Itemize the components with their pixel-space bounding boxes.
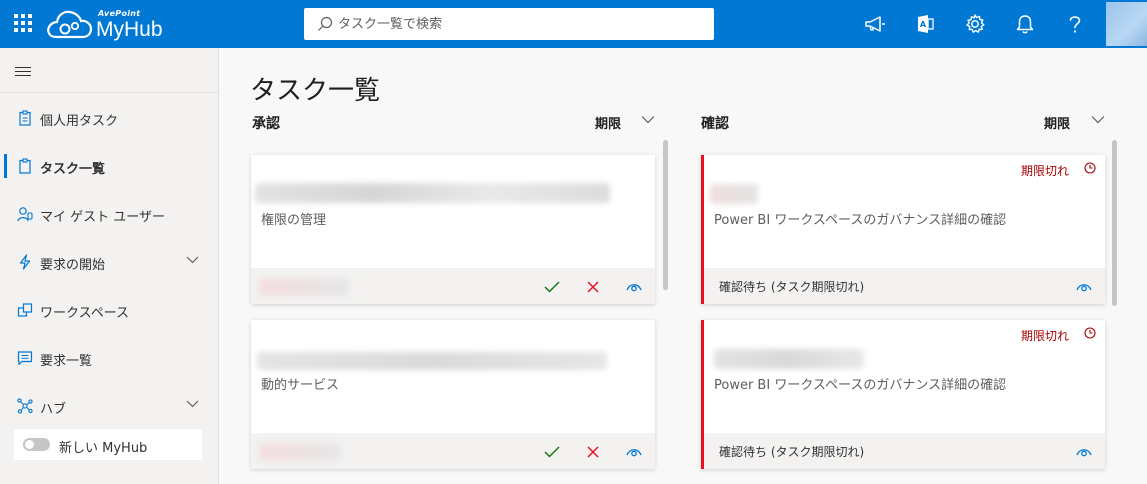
redacted-text xyxy=(255,183,610,203)
sidebar-item-workspaces[interactable]: ワークスペース xyxy=(0,290,218,330)
svg-text:A: A xyxy=(920,20,927,29)
task-card[interactable]: 権限の管理 xyxy=(251,155,655,304)
redacted-text xyxy=(259,443,341,461)
sort-chevron-down-icon[interactable] xyxy=(1091,115,1105,124)
search-box[interactable] xyxy=(304,8,714,40)
brand-vendor: AvePoint xyxy=(98,9,141,18)
search-input[interactable] xyxy=(338,8,708,40)
task-card[interactable]: 期限切れ Power BI ワークスペースのガバナンス詳細の確認 確認待ち (タ… xyxy=(701,320,1105,469)
redacted-text xyxy=(714,349,864,369)
approve-icon[interactable] xyxy=(542,442,562,462)
task-card[interactable]: 動的サービス xyxy=(251,320,655,469)
sort-dropdown-label[interactable]: 期限 xyxy=(595,113,621,132)
sidebar-item-label: ハブ xyxy=(40,402,67,417)
redacted-text xyxy=(259,278,349,296)
sidebar-item-guest-users[interactable]: マイ ゲスト ユーザー xyxy=(0,194,218,234)
cloud-gear-logo-icon xyxy=(47,10,93,39)
hub-icon xyxy=(17,398,33,414)
overdue-label: 期限切れ xyxy=(1021,164,1070,178)
clipboard-list-icon xyxy=(19,158,31,174)
clock-icon xyxy=(1084,327,1096,339)
megaphone-icon[interactable] xyxy=(863,12,887,36)
clipboard-icon xyxy=(19,110,31,126)
bell-icon[interactable] xyxy=(1013,12,1037,36)
task-card-footer: 確認待ち (タスク期限切れ) xyxy=(704,268,1105,304)
overdue-label: 期限切れ xyxy=(1021,329,1070,343)
task-card-footer xyxy=(251,268,655,304)
view-icon[interactable] xyxy=(1074,442,1094,462)
sidebar-item-request-list[interactable]: 要求一覧 xyxy=(0,338,218,378)
task-status: 確認待ち (タスク期限切れ) xyxy=(719,445,865,459)
task-card-footer xyxy=(251,433,655,469)
sidebar-item-task-list[interactable]: タスク一覧 xyxy=(0,146,218,186)
new-myhub-toggle-container: 新しい MyHub xyxy=(14,429,202,460)
task-card[interactable]: 期限切れ Power BI ワークスペースのガバナンス詳細の確認 確認待ち (タ… xyxy=(701,155,1105,304)
task-title: 動的サービス xyxy=(261,378,340,393)
active-indicator xyxy=(4,154,7,178)
top-bar: AvePoint MyHub A xyxy=(0,0,1147,48)
help-icon[interactable] xyxy=(1063,12,1087,36)
column-title-approval: 承認 xyxy=(252,116,280,132)
approve-icon[interactable] xyxy=(542,277,562,297)
sidebar-item-label: マイ ゲスト ユーザー xyxy=(40,210,166,225)
sidebar-item-start-request[interactable]: 要求の開始 xyxy=(0,242,218,282)
redacted-text xyxy=(710,184,758,204)
new-myhub-toggle-label: 新しい MyHub xyxy=(59,441,148,456)
sidebar-item-label: ワークスペース xyxy=(40,306,130,321)
scrollbar[interactable] xyxy=(663,140,668,290)
new-myhub-toggle[interactable] xyxy=(23,438,50,451)
sidebar-item-personal-tasks[interactable]: 個人用タスク xyxy=(0,98,218,138)
column-title-review: 確認 xyxy=(701,116,729,132)
sort-chevron-down-icon[interactable] xyxy=(641,115,655,124)
sort-dropdown-label[interactable]: 期限 xyxy=(1044,113,1070,132)
task-title: 権限の管理 xyxy=(261,213,327,228)
redacted-text xyxy=(257,352,607,370)
chevron-down-icon[interactable] xyxy=(186,400,199,408)
sidebar-item-label: 要求一覧 xyxy=(40,354,93,369)
sidebar-item-label: 要求の開始 xyxy=(40,258,106,273)
view-icon[interactable] xyxy=(624,277,644,297)
lightning-icon xyxy=(19,254,31,270)
sidebar-item-label: 個人用タスク xyxy=(40,114,119,129)
gear-icon[interactable] xyxy=(963,12,987,36)
reject-icon[interactable] xyxy=(583,277,603,297)
hamburger-menu-icon[interactable] xyxy=(15,67,31,79)
app-launcher-icon[interactable] xyxy=(14,14,32,32)
reject-icon[interactable] xyxy=(583,442,603,462)
task-title: Power BI ワークスペースのガバナンス詳細の確認 xyxy=(714,213,1007,228)
search-icon xyxy=(318,16,333,31)
chat-list-icon xyxy=(17,351,33,366)
clock-icon xyxy=(1084,162,1096,174)
office-icon[interactable]: A xyxy=(913,12,937,36)
workspace-icon xyxy=(17,303,33,317)
avatar[interactable] xyxy=(1106,2,1147,46)
sidebar-item-label: タスク一覧 xyxy=(40,162,106,177)
task-status: 確認待ち (タスク期限切れ) xyxy=(719,280,865,294)
sidebar-item-hub[interactable]: ハブ xyxy=(0,386,218,426)
task-title: Power BI ワークスペースのガバナンス詳細の確認 xyxy=(714,378,1007,393)
myhub-logo[interactable]: AvePoint MyHub xyxy=(46,6,176,44)
view-icon[interactable] xyxy=(1074,277,1094,297)
page-title: タスク一覧 xyxy=(250,76,381,106)
scrollbar[interactable] xyxy=(1112,140,1117,306)
view-icon[interactable] xyxy=(624,442,644,462)
brand-name: MyHub xyxy=(96,18,163,41)
chevron-down-icon[interactable] xyxy=(186,256,199,264)
sidebar: 個人用タスク タスク一覧 マイ ゲスト ユーザー 要求の開始 ワークスペース 要… xyxy=(0,48,219,484)
guest-user-icon xyxy=(17,207,33,222)
task-card-footer: 確認待ち (タスク期限切れ) xyxy=(704,433,1105,469)
sidebar-divider xyxy=(0,92,218,93)
